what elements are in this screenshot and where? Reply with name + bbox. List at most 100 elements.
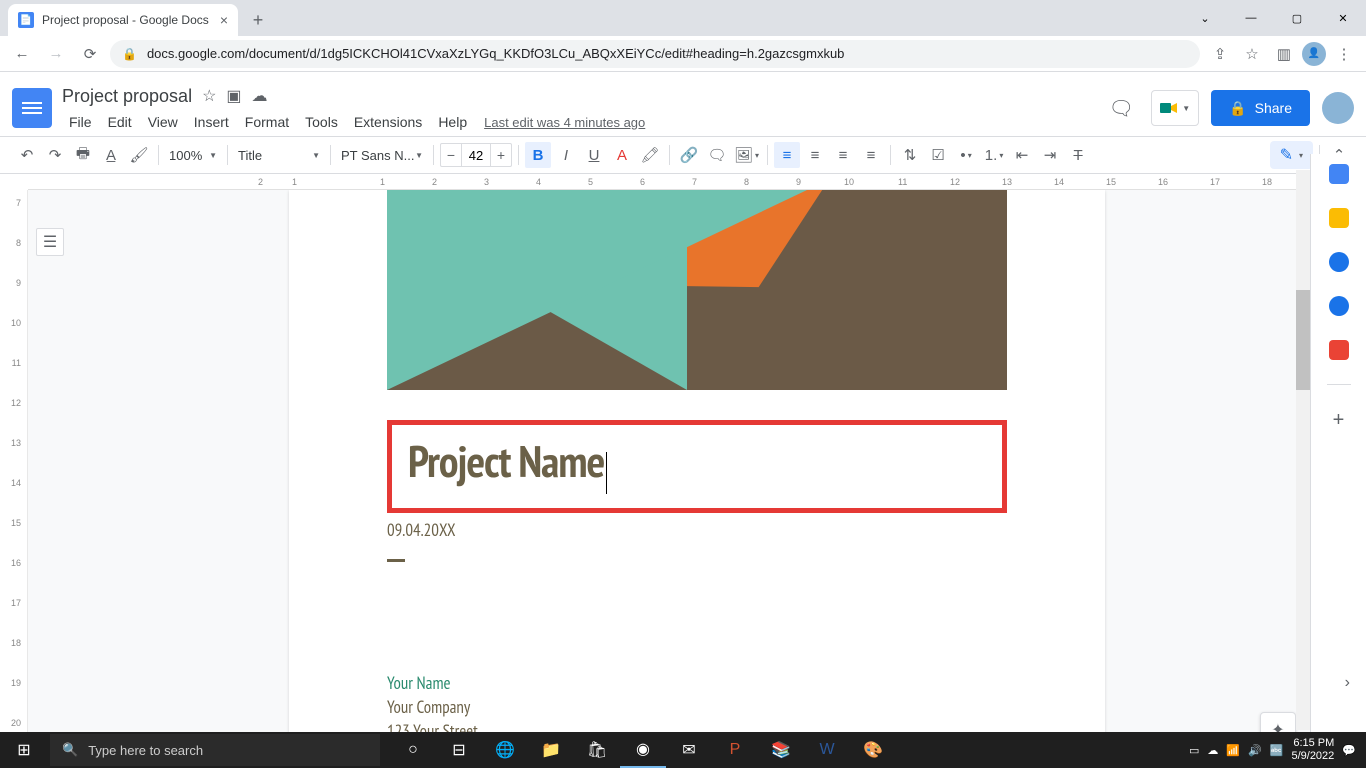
move-icon[interactable]: ▣ <box>226 86 241 106</box>
font-size-input[interactable] <box>461 144 491 166</box>
align-left-button[interactable]: ≡ <box>774 142 800 168</box>
star-icon[interactable]: ☆ <box>202 86 216 106</box>
insert-link-button[interactable]: 🔗 <box>676 142 702 168</box>
paint-format-button[interactable]: 🖌 <box>126 142 152 168</box>
new-tab-button[interactable]: + <box>244 6 272 34</box>
close-window-button[interactable]: ✕ <box>1320 0 1366 36</box>
document-page[interactable]: Project Name 09.04.20XX Your Name Your C… <box>289 190 1105 768</box>
date-text[interactable]: 09.04.20XX <box>387 519 1007 541</box>
tray-cloud-icon[interactable]: ☁ <box>1207 744 1218 757</box>
menu-file[interactable]: File <box>62 112 99 132</box>
increase-indent-button[interactable]: ⇥ <box>1037 142 1063 168</box>
taskbar-search[interactable]: 🔍 Type here to search <box>50 734 380 766</box>
docs-logo[interactable] <box>12 88 52 128</box>
maps-icon[interactable] <box>1329 340 1349 360</box>
text-color-button[interactable]: A <box>609 142 635 168</box>
highlight-button[interactable]: 🖍 <box>637 142 663 168</box>
share-button[interactable]: 🔒 Share <box>1211 90 1310 126</box>
menu-tools[interactable]: Tools <box>298 112 345 132</box>
vertical-ruler[interactable]: 7891011121314151617181920 <box>0 190 28 768</box>
clear-formatting-button[interactable]: T <box>1065 142 1091 168</box>
notifications-icon[interactable]: 💬 <box>1342 744 1356 757</box>
menu-edit[interactable]: Edit <box>101 112 139 132</box>
task-view-icon[interactable]: ⊟ <box>436 732 482 768</box>
menu-extensions[interactable]: Extensions <box>347 112 429 132</box>
paint-icon[interactable]: 🎨 <box>850 732 896 768</box>
tray-clock[interactable]: 6:15 PM 5/9/2022 <box>1291 737 1334 763</box>
tray-language-icon[interactable]: 🔤 <box>1270 744 1284 757</box>
paragraph-style-select[interactable]: Title▼ <box>234 148 324 163</box>
zoom-select[interactable]: 100%▼ <box>165 148 221 163</box>
document-heading[interactable]: Project Name <box>408 433 604 490</box>
powerpoint-icon[interactable]: P <box>712 732 758 768</box>
tasks-icon[interactable] <box>1329 252 1349 272</box>
menu-insert[interactable]: Insert <box>187 112 236 132</box>
your-company-text[interactable]: Your Company <box>387 696 1007 718</box>
side-panel-icon[interactable]: ▥ <box>1270 40 1298 68</box>
add-on-plus-icon[interactable]: + <box>1333 409 1345 432</box>
account-avatar[interactable] <box>1322 92 1354 124</box>
chrome-icon[interactable]: ◉ <box>620 732 666 768</box>
scroll-thumb[interactable] <box>1296 290 1310 390</box>
align-right-button[interactable]: ≡ <box>830 142 856 168</box>
align-justify-button[interactable]: ≡ <box>858 142 884 168</box>
align-center-button[interactable]: ≡ <box>802 142 828 168</box>
share-page-icon[interactable]: ⇪ <box>1206 40 1234 68</box>
dropdown-icon[interactable]: ⌄ <box>1182 0 1228 36</box>
reload-button[interactable]: ⟳ <box>76 40 104 68</box>
undo-button[interactable]: ↶ <box>14 142 40 168</box>
winrar-icon[interactable]: 📚 <box>758 732 804 768</box>
browser-tab[interactable]: 📄 Project proposal - Google Docs × <box>8 4 238 36</box>
menu-help[interactable]: Help <box>431 112 474 132</box>
forward-button[interactable]: → <box>42 40 70 68</box>
italic-button[interactable]: I <box>553 142 579 168</box>
edge-icon[interactable]: 🌐 <box>482 732 528 768</box>
profile-avatar[interactable]: 👤 <box>1302 42 1326 66</box>
increase-font-button[interactable]: + <box>491 144 511 166</box>
decrease-font-button[interactable]: − <box>441 144 461 166</box>
close-tab-icon[interactable]: × <box>220 12 228 28</box>
calendar-icon[interactable] <box>1329 164 1349 184</box>
numbered-list-button[interactable]: 1.▾ <box>981 142 1007 168</box>
chrome-menu-icon[interactable]: ⋮ <box>1330 40 1358 68</box>
meet-button[interactable]: ▼ <box>1151 90 1199 126</box>
tray-meet-icon[interactable]: ▭ <box>1189 744 1199 757</box>
redo-button[interactable]: ↷ <box>42 142 68 168</box>
start-button[interactable]: ⊞ <box>0 732 48 768</box>
print-button[interactable]: 🖶 <box>70 142 96 168</box>
insert-image-button[interactable]: 🖼▾ <box>732 142 761 168</box>
minimize-button[interactable]: — <box>1228 0 1274 36</box>
store-icon[interactable]: 🛍 <box>574 732 620 768</box>
menu-format[interactable]: Format <box>238 112 296 132</box>
maximize-button[interactable]: ▢ <box>1274 0 1320 36</box>
document-title[interactable]: Project proposal <box>62 86 192 107</box>
cloud-status-icon[interactable]: ☁ <box>252 86 268 106</box>
word-icon[interactable]: W <box>804 732 850 768</box>
back-button[interactable]: ← <box>8 40 36 68</box>
side-panel-collapse-icon[interactable]: › <box>1345 674 1350 692</box>
tray-volume-icon[interactable]: 🔊 <box>1248 744 1262 757</box>
horizontal-ruler[interactable]: 2112345678910111213141516171819 <box>28 174 1366 190</box>
last-edit-link[interactable]: Last edit was 4 minutes ago <box>484 115 645 130</box>
explorer-icon[interactable]: 📁 <box>528 732 574 768</box>
keep-icon[interactable] <box>1329 208 1349 228</box>
bold-button[interactable]: B <box>525 142 551 168</box>
add-comment-button[interactable]: 🗨 <box>704 142 730 168</box>
mail-icon[interactable]: ✉ <box>666 732 712 768</box>
underline-button[interactable]: U <box>581 142 607 168</box>
comments-button[interactable]: 🗨 <box>1103 90 1139 126</box>
header-image[interactable] <box>387 190 1007 390</box>
cortana-icon[interactable]: ○ <box>390 732 436 768</box>
contacts-icon[interactable] <box>1329 296 1349 316</box>
your-name-text[interactable]: Your Name <box>387 672 1007 694</box>
url-field[interactable]: 🔒 docs.google.com/document/d/1dg5ICKCHOl… <box>110 40 1200 68</box>
line-spacing-button[interactable]: ⇅ <box>897 142 923 168</box>
tray-wifi-icon[interactable]: 📶 <box>1226 744 1240 757</box>
vertical-scrollbar[interactable] <box>1296 170 1310 730</box>
decrease-indent-button[interactable]: ⇤ <box>1009 142 1035 168</box>
spellcheck-button[interactable]: A̲ <box>98 142 124 168</box>
editing-mode-button[interactable]: ✎▾ <box>1270 141 1313 169</box>
menu-view[interactable]: View <box>141 112 185 132</box>
bulleted-list-button[interactable]: •▾ <box>953 142 979 168</box>
checklist-button[interactable]: ☑ <box>925 142 951 168</box>
